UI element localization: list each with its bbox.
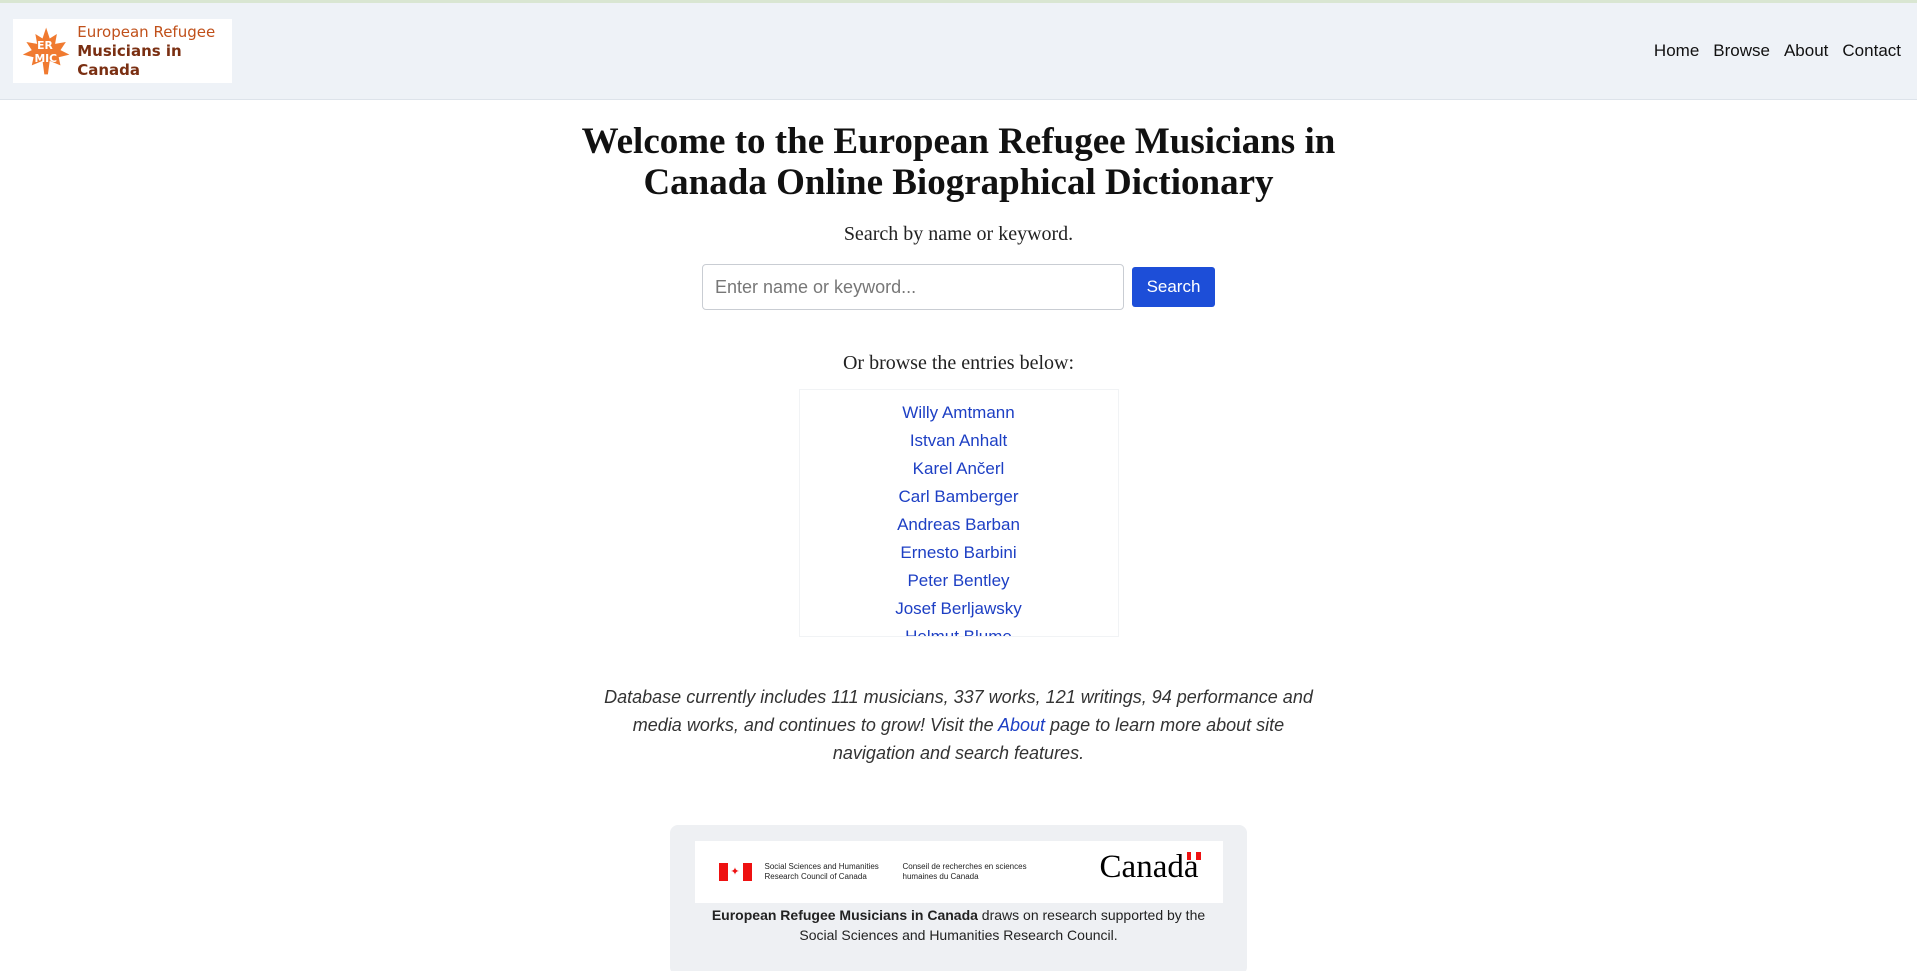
entry-link[interactable]: Ernesto Barbini <box>800 539 1118 567</box>
entry-link[interactable]: Helmut Blume <box>800 623 1118 636</box>
nav-about[interactable]: About <box>1777 41 1835 61</box>
search-input[interactable] <box>702 264 1124 310</box>
logo-mark-er: ER <box>37 39 53 52</box>
funder-acknowledgement: ✦ Social Sciences and Humanities Researc… <box>670 825 1247 971</box>
search-form: Search <box>702 264 1215 310</box>
entry-link[interactable]: Andreas Barban <box>800 511 1118 539</box>
entry-link[interactable]: Peter Bentley <box>800 567 1118 595</box>
main-nav: Home Browse About Contact <box>1647 41 1904 61</box>
page-title: Welcome to the European Refugee Musician… <box>581 121 1336 203</box>
logo-line-1: European Refugee <box>77 22 216 41</box>
site-logo[interactable]: ER MIC European Refugee Musicians in Can… <box>13 19 232 83</box>
funder-text-bold: European Refugee Musicians in Canada <box>711 907 978 923</box>
canada-wordmark: Canada <box>1099 849 1201 886</box>
logo-line-2: Musicians in Canada <box>77 41 182 79</box>
top-navbar: ER MIC European Refugee Musicians in Can… <box>0 3 1917 100</box>
nav-home[interactable]: Home <box>1647 41 1706 61</box>
canada-flag-icon: ✦ <box>718 863 752 881</box>
nav-browse[interactable]: Browse <box>1706 41 1777 61</box>
wordmark-flag-icon <box>1186 852 1201 860</box>
browse-label: Or browse the entries below: <box>842 352 1075 374</box>
entry-link[interactable]: Willy Amtmann <box>800 399 1118 427</box>
logo-mark-mic: MIC <box>34 52 57 65</box>
sshrc-logo-banner: ✦ Social Sciences and Humanities Researc… <box>694 841 1223 903</box>
main-content: Welcome to the European Refugee Musician… <box>0 100 1917 971</box>
maple-leaf-logo-icon: ER MIC <box>22 27 70 75</box>
sshrc-name-en: Social Sciences and Humanities Research … <box>764 862 879 881</box>
search-button[interactable]: Search <box>1132 267 1215 307</box>
entries-list[interactable]: Willy Amtmann Istvan Anhalt Karel Ančerl… <box>798 389 1119 637</box>
canada-wordmark-text: Canada <box>1099 849 1199 885</box>
funder-text: European Refugee Musicians in Canada dra… <box>699 905 1219 945</box>
database-stats: Database currently includes 111 musician… <box>591 683 1326 767</box>
entry-link[interactable]: Karel Ančerl <box>800 455 1118 483</box>
sshrc-name-fr: Conseil de recherches en sciences humain… <box>902 862 1027 881</box>
entry-link[interactable]: Istvan Anhalt <box>800 427 1118 455</box>
entry-link[interactable]: Josef Berljawsky <box>800 595 1118 623</box>
search-instruction: Search by name or keyword. <box>843 223 1074 245</box>
about-link[interactable]: About <box>998 715 1045 735</box>
nav-contact[interactable]: Contact <box>1835 41 1904 61</box>
entry-link[interactable]: Carl Bamberger <box>800 483 1118 511</box>
logo-text: European Refugee Musicians in Canada <box>77 23 232 80</box>
